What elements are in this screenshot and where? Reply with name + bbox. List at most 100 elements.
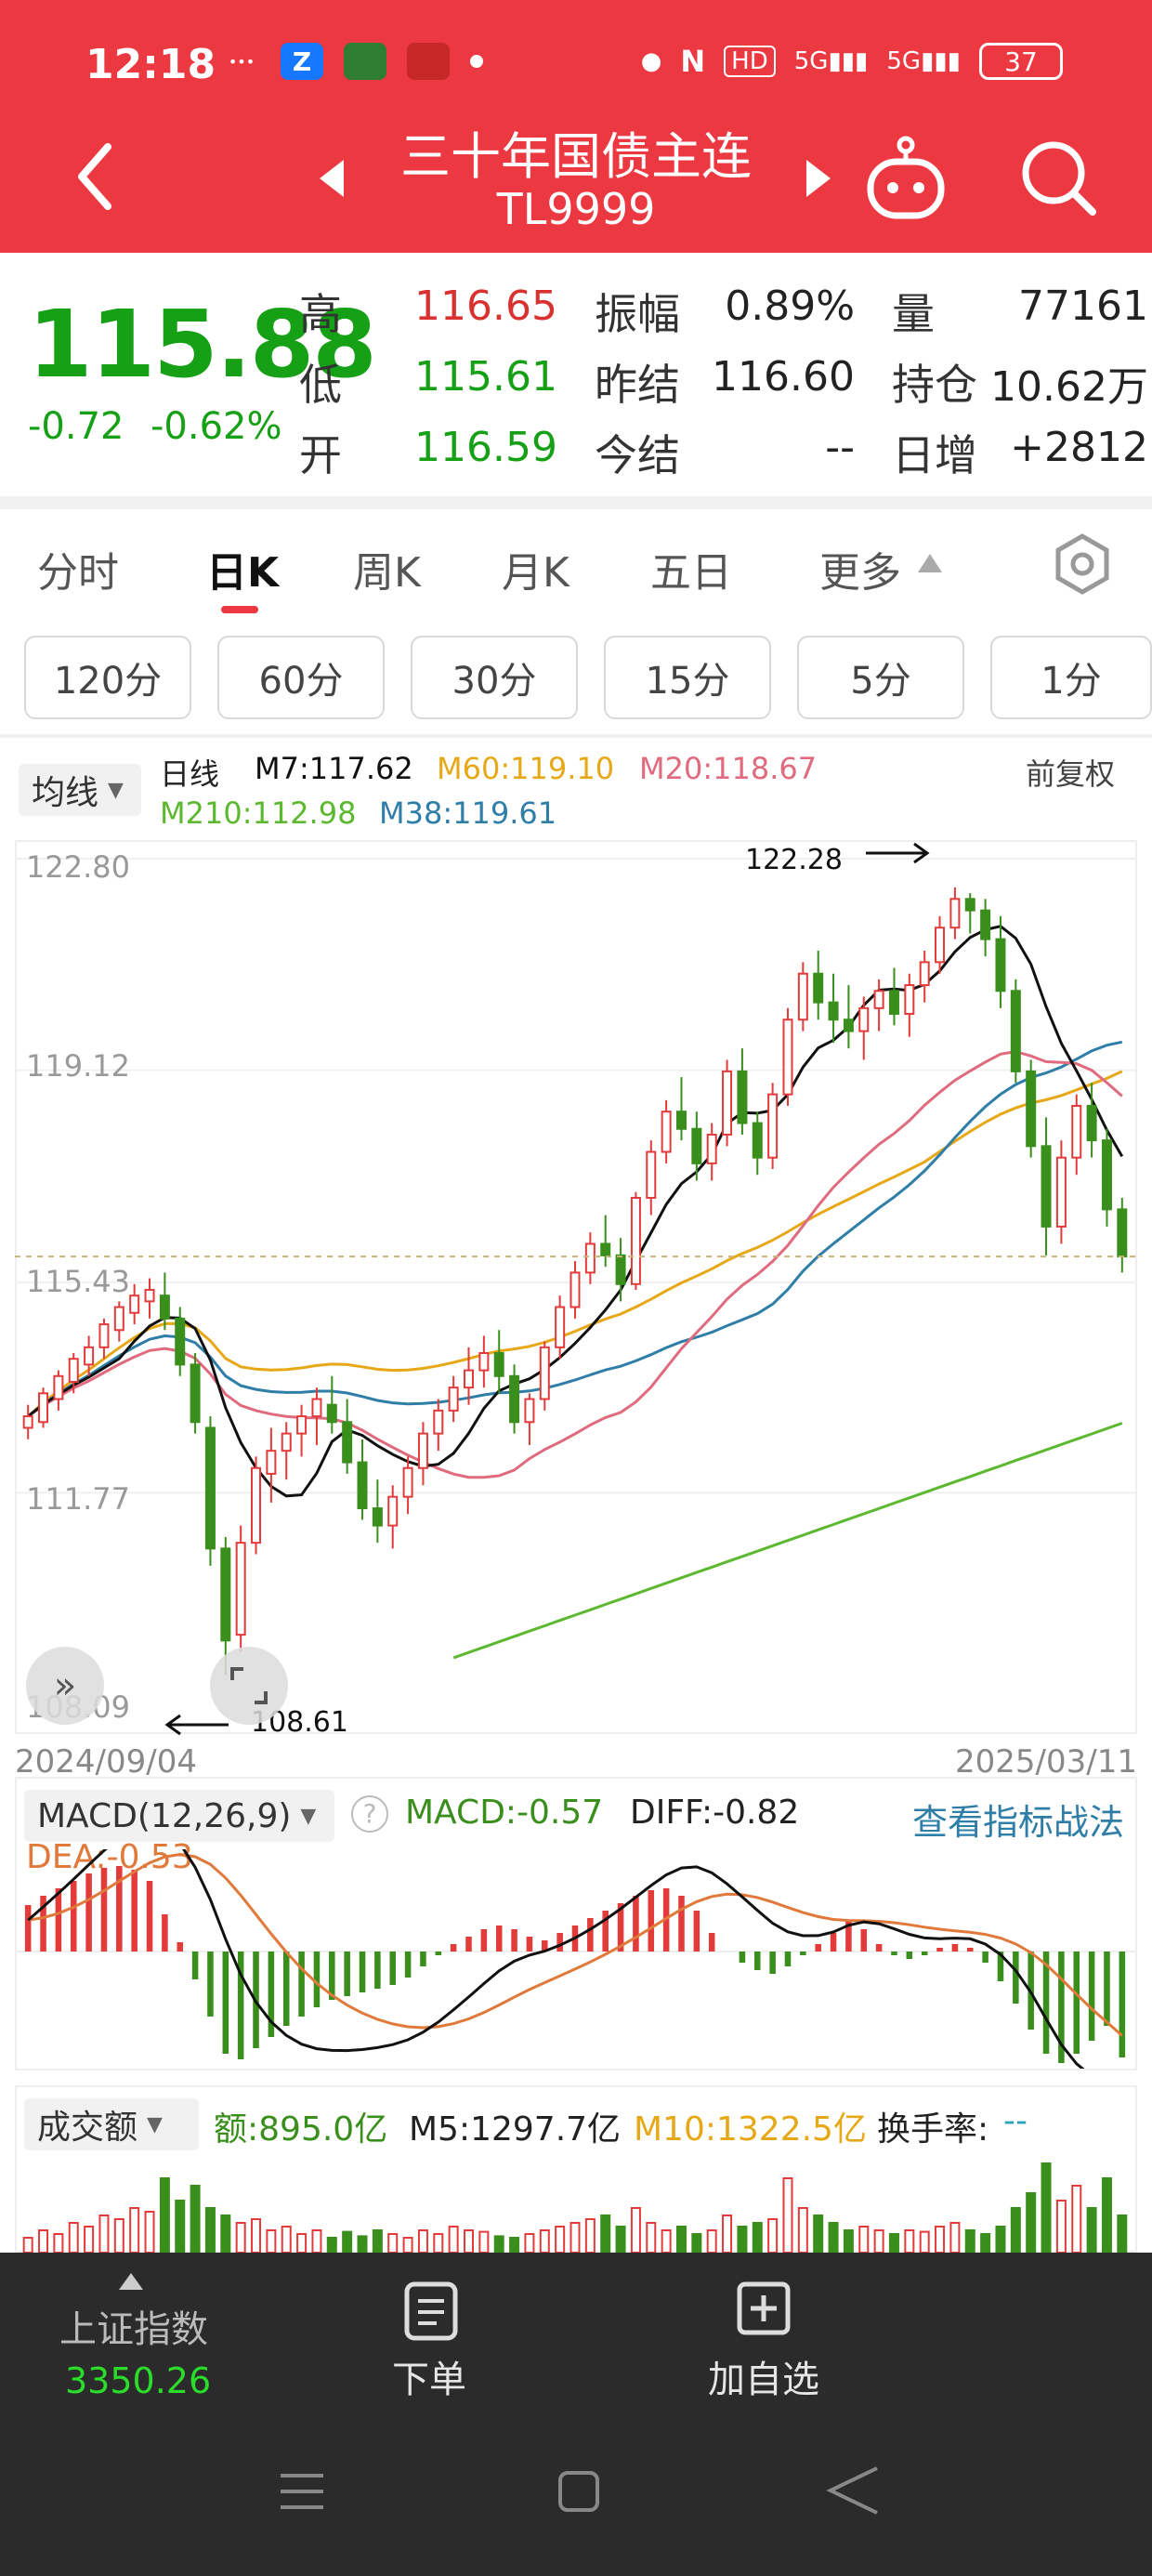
expand-left-button[interactable]: »: [26, 1647, 104, 1725]
candle-body: [53, 1374, 64, 1400]
amount-bar: [888, 2233, 899, 2253]
ma-selector-button[interactable]: 均线 ▼: [19, 764, 141, 816]
add-watch-button[interactable]: 加自选: [708, 2349, 819, 2403]
amount-bar: [220, 2215, 231, 2253]
bottom-nav: 上证指数 3350.26 下单 加自选: [0, 2253, 1152, 2576]
home-icon[interactable]: [556, 2468, 602, 2515]
ma-period: 日线: [160, 756, 220, 792]
tab-daily-k[interactable]: 日K: [206, 539, 279, 598]
active-tab-indicator: [221, 606, 258, 613]
amount-bar: [904, 2229, 915, 2253]
candle-body: [919, 961, 930, 987]
amount-bar: [235, 2222, 246, 2253]
y-tick-2: 115.43: [26, 1264, 130, 1299]
candle-body: [1010, 990, 1021, 1072]
amount-bar: [251, 2218, 262, 2253]
amount-bar: [964, 2229, 975, 2253]
amount-bar: [357, 2235, 368, 2253]
candle-body: [433, 1409, 444, 1435]
amount-bar: [326, 2237, 337, 2253]
interval-15m[interactable]: 15分: [604, 636, 771, 719]
amount-bar: [569, 2222, 581, 2253]
amount-bar: [767, 2218, 779, 2253]
y-tick-1: 119.12: [26, 1048, 130, 1084]
fullscreen-button[interactable]: [210, 1647, 288, 1725]
amount-bar: [1071, 2185, 1082, 2253]
triangle-up-icon: [918, 554, 942, 572]
tab-more[interactable]: 更多: [819, 539, 901, 598]
search-icon[interactable]: [1016, 136, 1100, 219]
amount-chart[interactable]: [15, 2156, 1137, 2253]
community-icon[interactable]: [859, 130, 952, 223]
fullscreen-icon: [230, 1667, 268, 1704]
amount-bar: [175, 2200, 186, 2253]
amount-bar: [949, 2222, 961, 2253]
amount-bar: [38, 2229, 49, 2253]
amount-bar: [539, 2229, 550, 2253]
ma210-line: [452, 1422, 1123, 1660]
amount-bar: [1086, 2207, 1097, 2253]
adjust-mode[interactable]: 前复权: [1026, 751, 1115, 794]
candle-body: [98, 1323, 110, 1348]
amount-bar: [752, 2222, 763, 2253]
amount-bar: [296, 2233, 308, 2253]
candle-body: [402, 1466, 413, 1498]
index-name[interactable]: 上证指数: [59, 2299, 208, 2353]
candle-body: [129, 1295, 140, 1314]
amount-bar: [858, 2226, 870, 2253]
add-watch-icon[interactable]: [736, 2280, 792, 2336]
candle-body: [1055, 1156, 1067, 1228]
page-title: 三十年国债主连: [400, 127, 752, 186]
settle-value: --: [825, 424, 855, 471]
candle-body: [797, 972, 808, 1021]
interval-5m[interactable]: 5分: [797, 636, 964, 719]
candle-body: [569, 1271, 581, 1308]
candle-body: [357, 1461, 368, 1510]
xiaohongshu-icon: •••: [228, 52, 255, 71]
order-icon[interactable]: [403, 2280, 459, 2342]
candle-body: [311, 1398, 322, 1418]
tab-monthly-k[interactable]: 月K: [502, 539, 569, 598]
candle-body: [782, 1019, 793, 1096]
amount-bar: [782, 2177, 793, 2253]
amount-bar: [661, 2229, 672, 2253]
interval-60m[interactable]: 60分: [217, 636, 385, 719]
x-end-date: 2025/03/11: [955, 1743, 1137, 1781]
expand-up-icon[interactable]: [117, 2271, 145, 2292]
candle-body: [448, 1387, 459, 1412]
order-button[interactable]: 下单: [392, 2349, 466, 2403]
candle-body: [159, 1295, 170, 1320]
amount-bar: [417, 2229, 428, 2253]
macd-chart[interactable]: [15, 1849, 1137, 2069]
amount-bar: [630, 2207, 641, 2253]
amount-bar: [646, 2222, 657, 2253]
interval-1m[interactable]: 1分: [990, 636, 1152, 719]
amount-bar: [706, 2229, 717, 2253]
candle-body: [524, 1398, 535, 1424]
kline-chart[interactable]: [15, 840, 1137, 1734]
candle-body: [1071, 1105, 1082, 1159]
prev-settle-label: 昨结: [595, 360, 680, 410]
back-nav-icon[interactable]: [825, 2464, 881, 2517]
candle-body: [752, 1122, 763, 1159]
candle-body: [1086, 1105, 1097, 1142]
low-label: 低: [299, 360, 342, 410]
candle-body: [691, 1127, 702, 1164]
next-contract-icon[interactable]: [803, 158, 834, 199]
amount-bar: [204, 2207, 216, 2253]
tab-intraday[interactable]: 分时: [37, 539, 119, 598]
recent-apps-icon[interactable]: [277, 2468, 327, 2515]
tab-five-day[interactable]: 五日: [650, 539, 732, 598]
interval-120m[interactable]: 120分: [24, 636, 191, 719]
open-label: 开: [299, 430, 342, 480]
interval-30m[interactable]: 30分: [411, 636, 578, 719]
amount-bar: [813, 2215, 824, 2253]
candle-body: [281, 1432, 292, 1452]
tab-weekly-k[interactable]: 周K: [353, 539, 421, 598]
settings-hex-icon[interactable]: [1050, 532, 1115, 597]
candle-body: [706, 1133, 717, 1164]
amount-bar: [737, 2226, 748, 2253]
amount-bar: [600, 2215, 611, 2253]
header-bar: 12:18 ••• Z ● N HD 5G▮▮▮ 5G▮▮▮ 37 三十年国债主…: [0, 0, 1152, 253]
candle-body: [767, 1093, 779, 1159]
